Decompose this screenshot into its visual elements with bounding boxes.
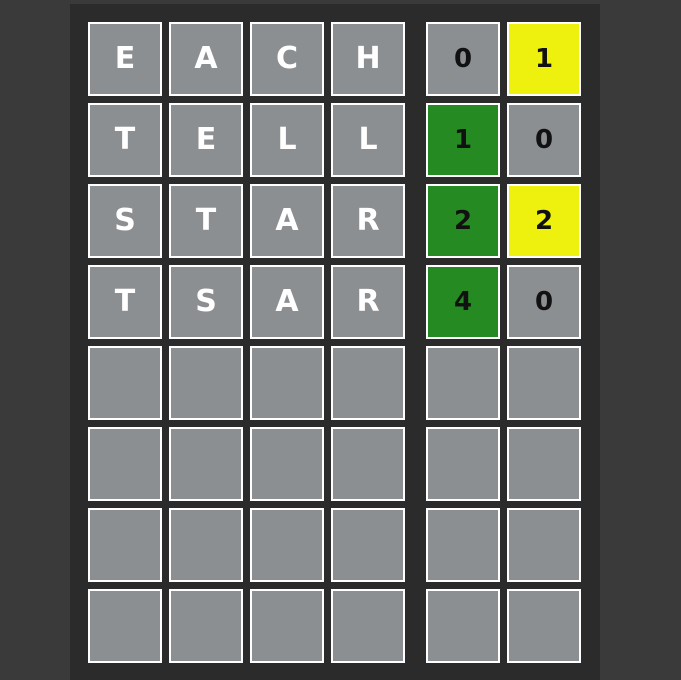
empty-letter-tile: [331, 508, 405, 582]
empty-letter-tile: [331, 427, 405, 501]
empty-score-tile: [426, 589, 500, 663]
correct-position-count: 0: [453, 44, 473, 74]
empty-score-tile: [426, 346, 500, 420]
tile-letter: A: [275, 203, 299, 238]
tile-letter: S: [114, 203, 136, 238]
correct-position-count: 2: [453, 206, 473, 236]
empty-letter-tile[interactable]: [169, 346, 243, 420]
tile-letter: T: [195, 203, 217, 238]
guess-row-5: [70, 346, 600, 420]
empty-letter-tile[interactable]: [88, 346, 162, 420]
wrong-position-count: 0: [534, 125, 554, 155]
empty-letter-tile[interactable]: [250, 346, 324, 420]
empty-letter-tile: [250, 427, 324, 501]
guess-row-4: T S A R 4 0: [70, 265, 600, 339]
empty-letter-tile: [88, 589, 162, 663]
empty-letter-tile: [169, 427, 243, 501]
letter-tile: T: [169, 184, 243, 258]
empty-letter-tile: [88, 427, 162, 501]
wrong-position-count: 1: [534, 44, 554, 74]
wrong-position-count-tile: 2: [507, 184, 581, 258]
tile-letter: E: [114, 41, 136, 76]
correct-position-count: 1: [453, 125, 473, 155]
empty-score-tile: [507, 346, 581, 420]
wrong-position-count-tile: 0: [507, 103, 581, 177]
tile-letter: L: [277, 122, 297, 157]
wrong-position-count: 2: [534, 206, 554, 236]
letter-tile: L: [250, 103, 324, 177]
wrong-position-count-tile: 1: [507, 22, 581, 96]
tile-letter: T: [114, 122, 136, 157]
tile-letter: S: [195, 284, 217, 319]
empty-letter-tile: [169, 508, 243, 582]
empty-score-tile: [507, 589, 581, 663]
empty-score-tile: [507, 427, 581, 501]
correct-position-count: 4: [453, 287, 473, 317]
correct-position-count-tile: 0: [426, 22, 500, 96]
guess-row-3: S T A R 2 2: [70, 184, 600, 258]
wrong-position-count: 0: [534, 287, 554, 317]
empty-letter-tile: [331, 589, 405, 663]
empty-letter-tile: [88, 508, 162, 582]
letter-tile: E: [88, 22, 162, 96]
letter-tile: S: [88, 184, 162, 258]
empty-score-tile: [426, 427, 500, 501]
tile-letter: R: [356, 284, 380, 319]
letter-tile: H: [331, 22, 405, 96]
letter-tile: A: [169, 22, 243, 96]
tile-letter: E: [195, 122, 217, 157]
correct-position-count-tile: 1: [426, 103, 500, 177]
tile-letter: C: [275, 41, 299, 76]
letter-tile: S: [169, 265, 243, 339]
letter-tile: T: [88, 103, 162, 177]
letter-tile: L: [331, 103, 405, 177]
tile-letter: A: [194, 41, 218, 76]
empty-score-tile: [507, 508, 581, 582]
letter-tile: A: [250, 184, 324, 258]
tile-letter: R: [356, 203, 380, 238]
tile-letter: L: [358, 122, 378, 157]
guess-row-2: T E L L 1 0: [70, 103, 600, 177]
tile-letter: T: [114, 284, 136, 319]
guess-row-7: [70, 508, 600, 582]
empty-score-tile: [426, 508, 500, 582]
correct-position-count-tile: 2: [426, 184, 500, 258]
tile-letter: A: [275, 284, 299, 319]
letter-tile: R: [331, 184, 405, 258]
guess-row-1: E A C H 0 1: [70, 22, 600, 96]
letter-tile: C: [250, 22, 324, 96]
letter-tile: E: [169, 103, 243, 177]
letter-tile: T: [88, 265, 162, 339]
guess-row-8: [70, 589, 600, 663]
letter-tile: R: [331, 265, 405, 339]
tile-letter: H: [355, 41, 381, 76]
empty-letter-tile[interactable]: [331, 346, 405, 420]
correct-position-count-tile: 4: [426, 265, 500, 339]
letter-tile: A: [250, 265, 324, 339]
guess-row-6: [70, 427, 600, 501]
empty-letter-tile: [169, 589, 243, 663]
empty-letter-tile: [250, 508, 324, 582]
game-board: E A C H 0 1 T E L L 1 0 S T A R 2 2 T S …: [70, 4, 600, 680]
wrong-position-count-tile: 0: [507, 265, 581, 339]
empty-letter-tile: [250, 589, 324, 663]
